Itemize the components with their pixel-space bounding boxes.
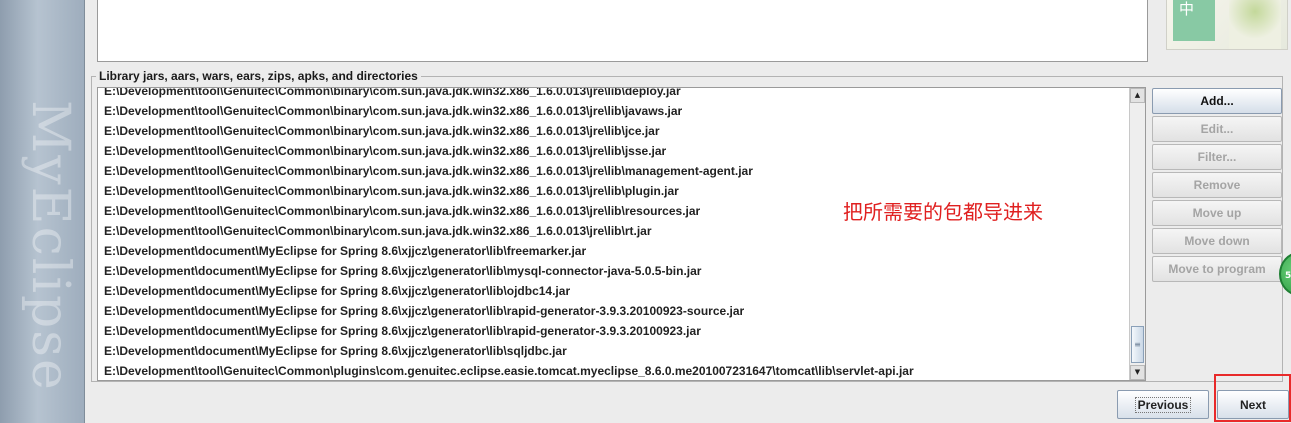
library-group-title: Library jars, aars, wars, ears, zips, ap…	[96, 69, 421, 83]
scroll-thumb[interactable]: ≡	[1131, 326, 1144, 363]
move-to-program-button[interactable]: Move to program	[1152, 256, 1282, 282]
library-list-item[interactable]: E:\Development\document\MyEclipse for Sp…	[98, 281, 1129, 301]
library-list-item[interactable]: E:\Development\document\MyEclipse for Sp…	[98, 261, 1129, 281]
library-list-item[interactable]: E:\Development\tool\Genuitec\Common\bina…	[98, 101, 1129, 121]
edit-button[interactable]: Edit...	[1152, 116, 1282, 142]
previous-button[interactable]: Previous	[1117, 390, 1209, 419]
move-up-button[interactable]: Move up	[1152, 200, 1282, 226]
top-text-panel	[97, 0, 1148, 62]
library-list-item[interactable]: E:\Development\tool\Genuitec\Common\bina…	[98, 161, 1129, 181]
chip-icon: 中	[1173, 0, 1215, 41]
library-list-item[interactable]: E:\Development\tool\Genuitec\Common\bina…	[98, 121, 1129, 141]
chair-icon	[1229, 0, 1281, 49]
library-list-item[interactable]: E:\Development\tool\Genuitec\Common\bina…	[98, 88, 1129, 101]
dialog-content: 中 Library jars, aars, wars, ears, zips, …	[85, 0, 1291, 423]
highlight-box	[1214, 374, 1291, 422]
library-list-item[interactable]: E:\Development\tool\Genuitec\Common\bina…	[98, 141, 1129, 161]
library-list-item[interactable]: E:\Development\document\MyEclipse for Sp…	[98, 321, 1129, 341]
library-list[interactable]: E:\Development\tool\Genuitec\Common\bina…	[97, 87, 1146, 381]
left-banner: MyEclipse	[0, 0, 85, 423]
previous-label: Previous	[1134, 396, 1192, 413]
remove-button[interactable]: Remove	[1152, 172, 1282, 198]
move-down-button[interactable]: Move down	[1152, 228, 1282, 254]
banner-watermark: MyEclipse	[20, 100, 80, 392]
library-group: Library jars, aars, wars, ears, zips, ap…	[91, 69, 1283, 382]
library-action-buttons: Add... Edit... Filter... Remove Move up …	[1152, 88, 1283, 284]
library-list-item[interactable]: E:\Development\document\MyEclipse for Sp…	[98, 341, 1129, 361]
decorative-thumbnail: 中	[1166, 0, 1288, 50]
library-list-rows: E:\Development\tool\Genuitec\Common\bina…	[98, 88, 1129, 380]
scroll-down-icon[interactable]: ▼	[1130, 365, 1145, 380]
add-button[interactable]: Add...	[1152, 88, 1282, 114]
filter-button[interactable]: Filter...	[1152, 144, 1282, 170]
library-list-item[interactable]: E:\Development\tool\Genuitec\Common\plug…	[98, 361, 1129, 380]
annotation-text: 把所需要的包都导进来	[843, 200, 1043, 224]
library-list-item[interactable]: E:\Development\document\MyEclipse for Sp…	[98, 301, 1129, 321]
library-list-item[interactable]: E:\Development\document\MyEclipse for Sp…	[98, 241, 1129, 261]
scroll-up-icon[interactable]: ▲	[1130, 88, 1145, 103]
vertical-scrollbar[interactable]: ▲ ≡ ▼	[1129, 88, 1145, 380]
